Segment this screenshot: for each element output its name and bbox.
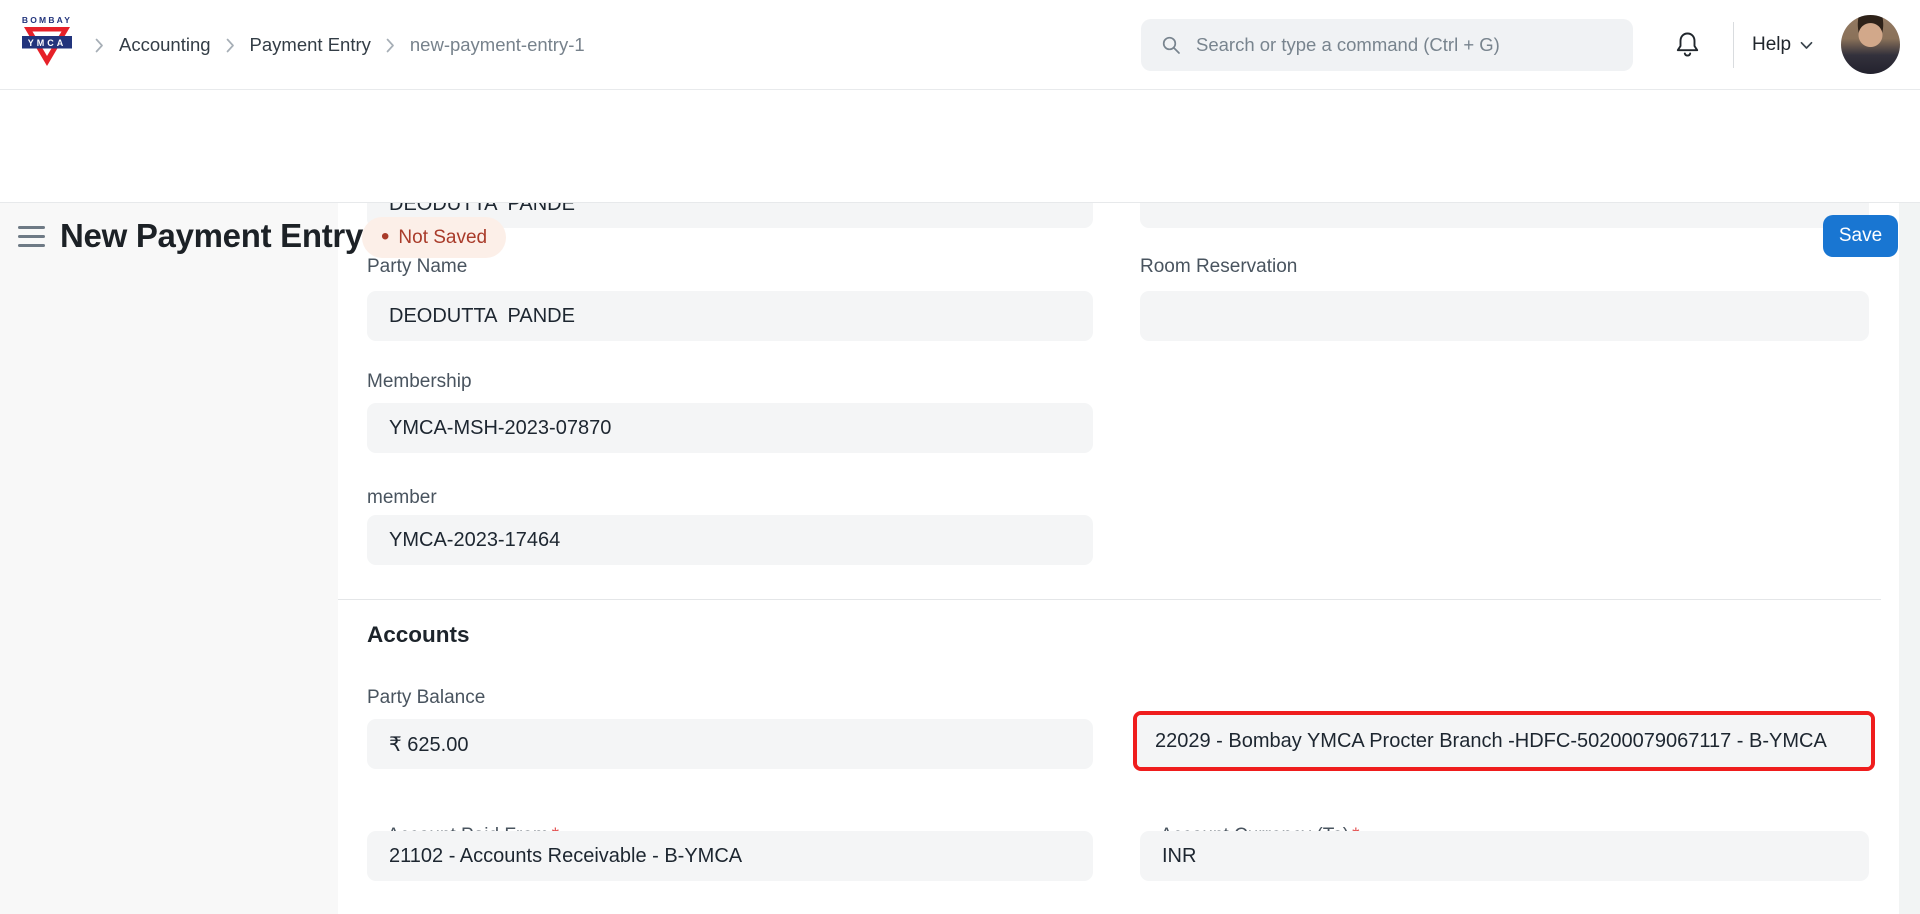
chevron-down-icon: [1800, 41, 1813, 50]
bell-icon[interactable]: [1669, 26, 1705, 64]
right-field-clipped[interactable]: [1140, 203, 1869, 228]
window-scrollbar-track[interactable]: [1899, 203, 1920, 914]
account-paid-to-highlight: 22029 - Bombay YMCA Procter Branch -HDFC…: [1133, 711, 1875, 771]
room-reservation-label: Room Reservation: [1140, 256, 1869, 278]
breadcrumb: Accounting Payment Entry new-payment-ent…: [95, 0, 585, 90]
hamburger-menu-icon[interactable]: [18, 226, 45, 247]
breadcrumb-item-payment-entry[interactable]: Payment Entry: [250, 34, 371, 56]
navbar-divider: [1733, 22, 1734, 68]
account-paid-from-input[interactable]: 21102 - Accounts Receivable - B-YMCA: [367, 831, 1093, 881]
logo-band-text: YMCA: [28, 38, 67, 48]
member-input[interactable]: YMCA-2023-17464: [367, 515, 1093, 565]
breadcrumb-item-current: new-payment-entry-1: [410, 34, 585, 56]
logo-top-text: BOMBAY: [22, 15, 72, 25]
account-currency-to-input[interactable]: INR: [1140, 831, 1869, 881]
breadcrumb-item-accounting[interactable]: Accounting: [119, 34, 211, 56]
help-label: Help: [1752, 34, 1791, 56]
left-sidebar-panel: [0, 203, 338, 914]
account-paid-to-input[interactable]: 22029 - Bombay YMCA Procter Branch -HDFC…: [1137, 715, 1871, 767]
page-title: New Payment Entry: [60, 217, 363, 255]
user-avatar[interactable]: [1841, 15, 1900, 74]
chevron-right-icon: [386, 38, 395, 53]
status-dot: •: [381, 225, 389, 249]
membership-input[interactable]: YMCA-MSH-2023-07870: [367, 403, 1093, 453]
form-content: DEODUTTA PANDE Party Name DEODUTTA PANDE…: [338, 203, 1899, 914]
search-input[interactable]: [1196, 34, 1613, 56]
member-label: member: [367, 487, 1093, 509]
membership-label: Membership: [367, 371, 1093, 393]
page-header: New Payment Entry • Not Saved Save: [0, 90, 1920, 203]
party-name-label: Party Name: [367, 256, 1093, 278]
accounts-section-title: Accounts: [367, 622, 470, 648]
top-navbar: BOMBAY YMCA Accounting Payment Entry new…: [0, 0, 1920, 90]
global-search[interactable]: [1141, 19, 1633, 71]
bombay-ymca-logo[interactable]: BOMBAY YMCA: [18, 10, 76, 68]
save-button[interactable]: Save: [1823, 215, 1898, 257]
party-balance-input[interactable]: ₹ 625.00: [367, 719, 1093, 769]
chevron-right-icon: [226, 38, 235, 53]
section-divider: [338, 599, 1881, 600]
status-label: Not Saved: [398, 227, 487, 249]
help-menu[interactable]: Help: [1752, 0, 1813, 90]
status-badge: • Not Saved: [362, 217, 506, 258]
party-name-input[interactable]: DEODUTTA PANDE: [367, 291, 1093, 341]
chevron-right-icon: [95, 38, 104, 53]
party-balance-label: Party Balance: [367, 687, 1093, 709]
room-reservation-input[interactable]: [1140, 291, 1869, 341]
search-icon: [1161, 35, 1182, 56]
